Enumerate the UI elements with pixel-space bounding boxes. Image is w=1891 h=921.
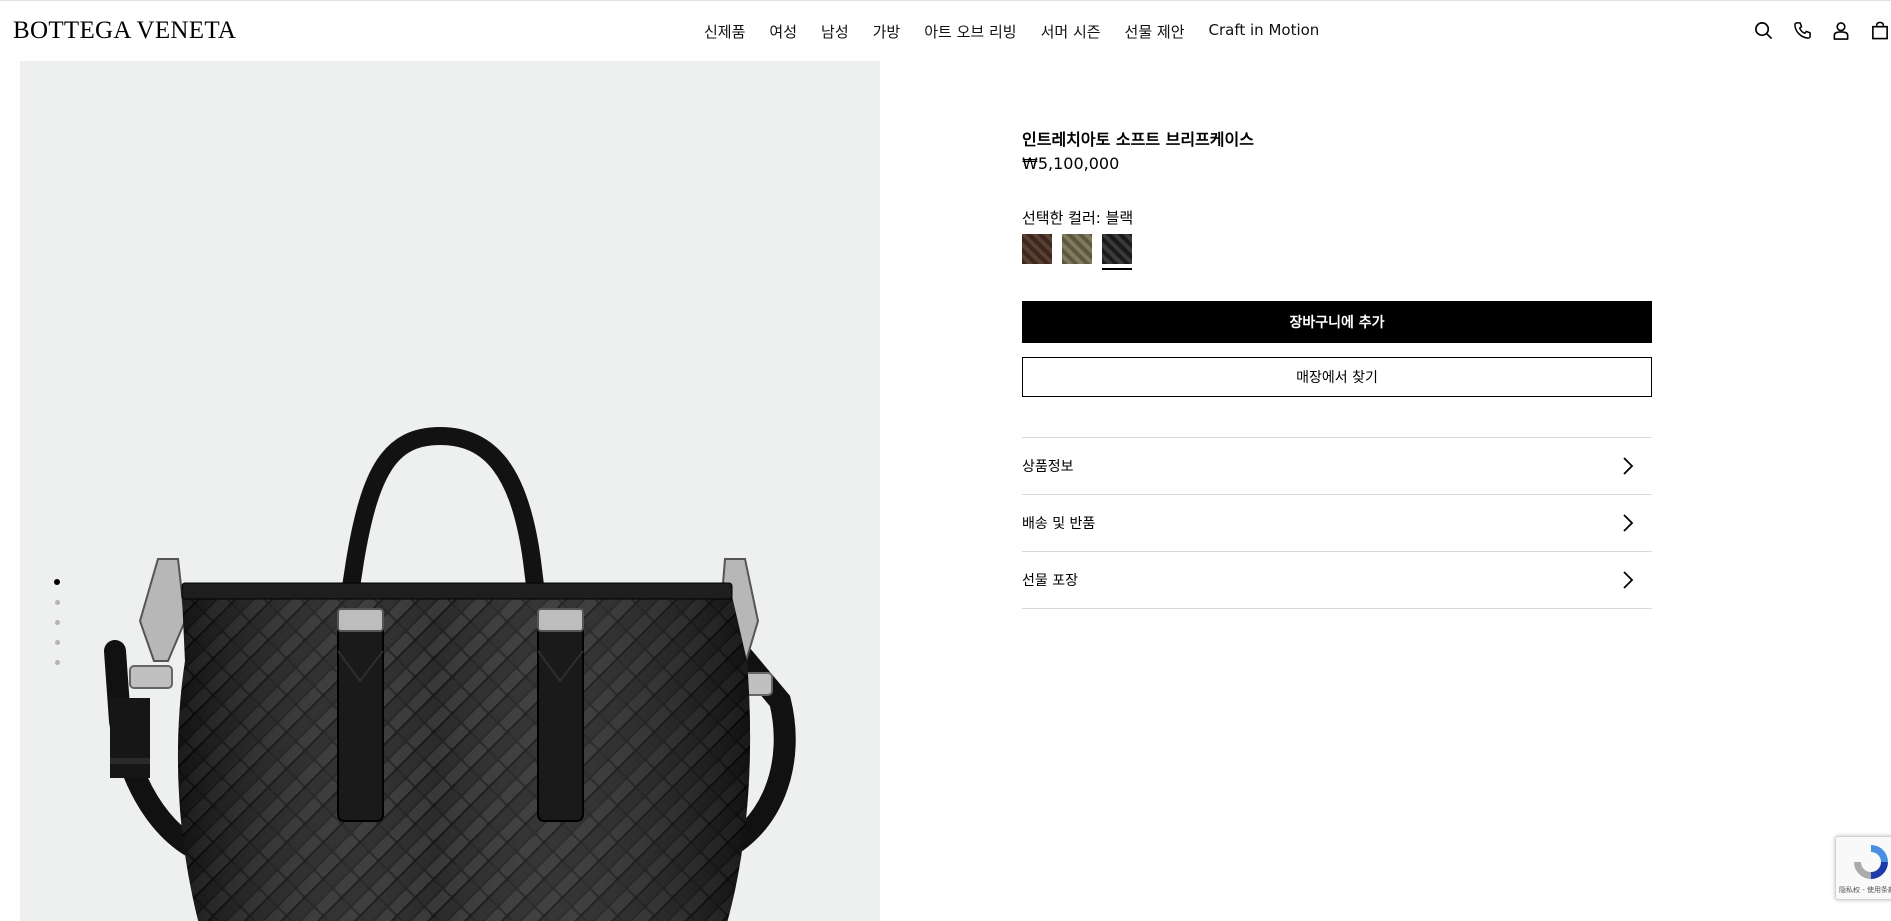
accordion-product-info[interactable]: 상품정보 [1022, 438, 1652, 495]
search-icon[interactable] [1752, 19, 1774, 41]
accordion-label: 배송 및 반품 [1022, 516, 1096, 532]
product-accordion: 상품정보 배송 및 반품 선물 포장 [1022, 437, 1652, 609]
slide-dot[interactable] [54, 640, 60, 645]
product-title: 인트레치아토 소프트 브리프케이스 [1022, 130, 1254, 149]
site-header: BOTTEGA VENETA 신제품 여성 남성 가방 아트 오브 리빙 서머 … [0, 1, 1891, 59]
add-to-cart-button[interactable]: 장바구니에 추가 [1022, 301, 1652, 343]
slide-dot[interactable] [54, 600, 60, 605]
black-swatch[interactable] [1102, 234, 1132, 270]
slide-dot[interactable] [54, 660, 60, 665]
product-image [104, 426, 796, 921]
main-navigation: 신제품 여성 남성 가방 아트 오브 리빙 서머 시즌 선물 제안 Craft … [704, 21, 1319, 42]
recaptcha-badge[interactable]: 隐私权 - 使用条款 [1835, 836, 1891, 900]
accordion-label: 상품정보 [1022, 459, 1074, 475]
slide-dot[interactable] [54, 620, 60, 625]
accordion-shipping-returns[interactable]: 배송 및 반품 [1022, 495, 1652, 552]
slide-dot[interactable] [54, 579, 60, 585]
find-in-store-button[interactable]: 매장에서 찾기 [1022, 357, 1652, 397]
nav-craft-in-motion[interactable]: Craft in Motion [1209, 21, 1320, 42]
accordion-label: 선물 포장 [1022, 573, 1078, 589]
nav-women[interactable]: 여성 [769, 21, 797, 42]
nav-bags[interactable]: 가방 [873, 21, 901, 42]
recaptcha-terms[interactable]: 隐私权 - 使用条款 [1839, 885, 1891, 895]
chevron-right-icon [1622, 514, 1636, 532]
olive-swatch[interactable] [1062, 234, 1092, 264]
account-icon[interactable] [1830, 19, 1852, 41]
nav-summer-season[interactable]: 서머 시즌 [1041, 21, 1101, 42]
chevron-right-icon [1622, 571, 1636, 589]
header-actions [1752, 19, 1891, 41]
nav-new-in[interactable]: 신제품 [704, 21, 745, 42]
nav-art-of-living[interactable]: 아트 오브 리빙 [924, 21, 1016, 42]
product-image-gallery[interactable] [20, 61, 880, 921]
color-swatches [1022, 234, 1132, 270]
accordion-gift-wrap[interactable]: 선물 포장 [1022, 552, 1652, 609]
slide-indicators [54, 579, 60, 665]
bag-icon[interactable] [1869, 19, 1891, 41]
selected-color-label: 선택한 컬러: 블랙 [1022, 209, 1134, 227]
phone-icon[interactable] [1791, 19, 1813, 41]
brown-swatch[interactable] [1022, 234, 1052, 264]
brand-logo[interactable]: BOTTEGA VENETA [13, 17, 236, 45]
nav-gifts[interactable]: 선물 제안 [1125, 21, 1185, 42]
product-price: ₩5,100,000 [1022, 154, 1120, 173]
chevron-right-icon [1622, 457, 1636, 475]
nav-men[interactable]: 남성 [821, 21, 849, 42]
recaptcha-icon [1854, 845, 1888, 879]
